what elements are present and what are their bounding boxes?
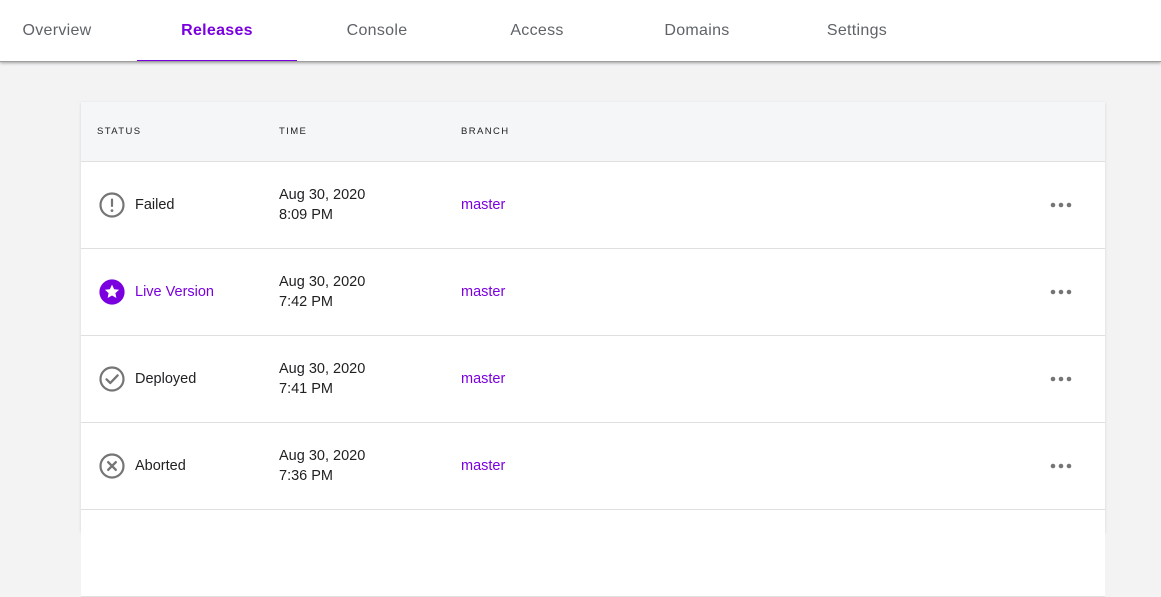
tab-bar-divider — [0, 61, 1161, 62]
tab-settings[interactable]: Settings — [777, 0, 937, 62]
status-label: Failed — [135, 197, 175, 213]
table-row[interactable]: Aborted Aug 30, 2020 7:36 PM master — [81, 423, 1105, 510]
time-cell: Aug 30, 2020 7:41 PM — [279, 336, 365, 422]
status-cell: Live Version — [98, 249, 214, 335]
check-circle-icon — [99, 366, 125, 392]
branch-link[interactable]: master — [461, 336, 505, 422]
table-header: STATUS TIME BRANCH — [81, 102, 1105, 162]
release-date: Aug 30, 2020 — [279, 274, 366, 290]
more-options-button[interactable] — [1046, 278, 1076, 306]
status-cell: Deployed — [98, 336, 196, 422]
table-row[interactable]: Deployed Aug 30, 2020 7:41 PM master — [81, 336, 1105, 423]
time-cell: Aug 30, 2020 7:36 PM — [279, 423, 365, 509]
tab-overview[interactable]: Overview — [0, 0, 137, 62]
release-time: 7:42 PM — [279, 294, 333, 310]
tab-access[interactable]: Access — [457, 0, 617, 62]
table-row[interactable]: Failed Aug 30, 2020 8:09 PM master — [81, 162, 1105, 249]
release-date: Aug 30, 2020 — [279, 448, 366, 464]
column-header-time: TIME — [279, 126, 308, 137]
column-header-status: STATUS — [97, 126, 142, 137]
more-options-button[interactable] — [1046, 452, 1076, 480]
more-horizontal-icon — [1050, 463, 1072, 469]
branch-link[interactable]: master — [461, 162, 505, 248]
column-header-branch: BRANCH — [461, 126, 510, 137]
more-horizontal-icon — [1050, 376, 1072, 382]
release-date: Aug 30, 2020 — [279, 187, 366, 203]
more-options-button[interactable] — [1046, 191, 1076, 219]
x-circle-icon — [99, 453, 125, 479]
alert-circle-icon — [99, 192, 125, 218]
table-row[interactable] — [81, 510, 1105, 597]
status-cell: Aborted — [98, 423, 186, 509]
release-time: 8:09 PM — [279, 207, 333, 223]
status-cell: Failed — [98, 162, 175, 248]
branch-link[interactable]: master — [461, 249, 505, 335]
branch-link[interactable]: master — [461, 423, 505, 509]
tab-domains[interactable]: Domains — [617, 0, 777, 62]
more-options-button[interactable] — [1046, 365, 1076, 393]
status-label: Aborted — [135, 458, 186, 474]
status-label: Live Version — [135, 284, 214, 300]
more-horizontal-icon — [1050, 289, 1072, 295]
tab-bar: Overview Releases Console Access Domains… — [0, 0, 1161, 62]
more-horizontal-icon — [1050, 202, 1072, 208]
status-label: Deployed — [135, 371, 197, 387]
release-date: Aug 30, 2020 — [279, 361, 366, 377]
tab-releases[interactable]: Releases — [137, 0, 297, 62]
time-cell: Aug 30, 2020 7:42 PM — [279, 249, 365, 335]
release-time: 7:41 PM — [279, 381, 333, 397]
releases-table: STATUS TIME BRANCH Failed Aug 30, 2020 8… — [81, 102, 1105, 597]
table-row[interactable]: Live Version Aug 30, 2020 7:42 PM master — [81, 249, 1105, 336]
time-cell: Aug 30, 2020 8:09 PM — [279, 162, 365, 248]
tab-console[interactable]: Console — [297, 0, 457, 62]
release-time: 7:36 PM — [279, 468, 333, 484]
star-circle-icon — [99, 279, 125, 305]
